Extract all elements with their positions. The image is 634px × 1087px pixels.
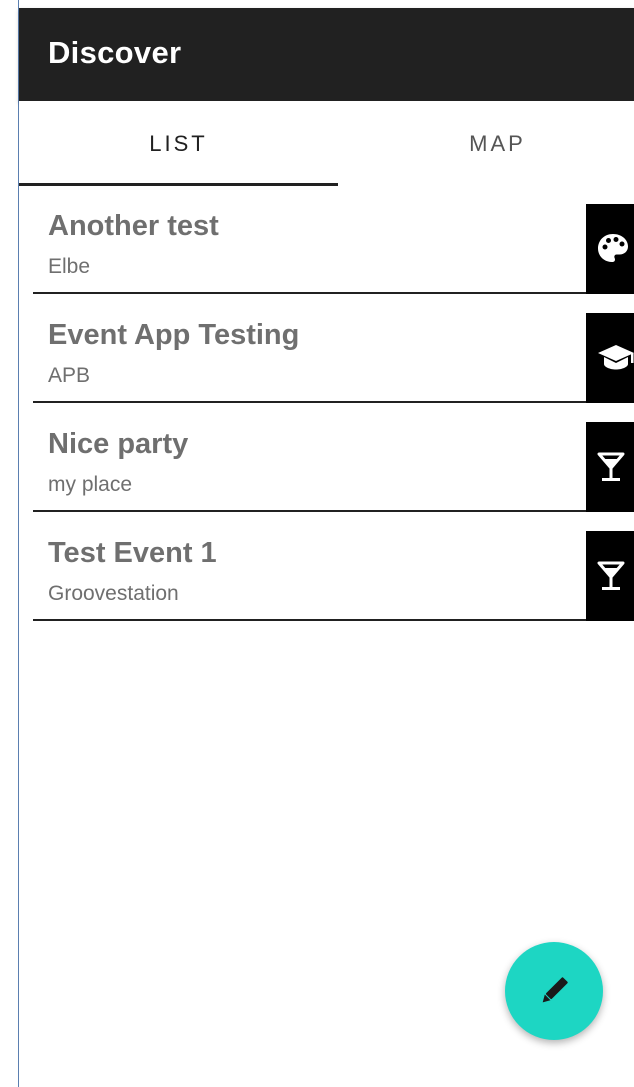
- event-title: Test Event 1: [48, 537, 217, 569]
- event-location: Elbe: [48, 255, 91, 278]
- event-location: APB: [48, 364, 91, 387]
- discover-screen: Discover LIST MAP Another test Elbe Even…: [0, 0, 634, 1087]
- cocktail-glass-icon: [597, 452, 625, 481]
- event-location: Groovestation: [48, 582, 179, 605]
- event-list: Another test Elbe Event App Testing APB: [33, 204, 634, 640]
- event-title: Event App Testing: [48, 319, 300, 351]
- category-badge: [586, 422, 634, 512]
- event-title: Another test: [48, 210, 219, 242]
- event-title: Nice party: [48, 428, 189, 460]
- tab-bar: LIST MAP: [19, 101, 634, 186]
- category-badge: [586, 204, 634, 294]
- palette-icon: [598, 234, 628, 262]
- tab-map[interactable]: MAP: [338, 101, 634, 186]
- tab-selected-indicator: [19, 183, 338, 186]
- divider: [33, 619, 586, 621]
- event-location: my place: [48, 473, 133, 496]
- event-list-item[interactable]: Test Event 1 Groovestation: [33, 531, 634, 640]
- event-list-item[interactable]: Nice party my place: [33, 422, 634, 531]
- event-list-item[interactable]: Event App Testing APB: [33, 313, 634, 422]
- divider: [33, 292, 586, 294]
- create-event-button[interactable]: [505, 942, 603, 1040]
- category-badge: [586, 313, 634, 403]
- app-bar: Discover: [19, 8, 634, 101]
- divider: [33, 401, 586, 403]
- pencil-icon: [542, 977, 568, 1003]
- category-badge: [586, 531, 634, 621]
- page-title: Discover: [48, 35, 182, 70]
- tab-list[interactable]: LIST: [19, 101, 338, 186]
- event-list-item[interactable]: Another test Elbe: [33, 204, 634, 313]
- cocktail-glass-icon: [597, 561, 625, 590]
- divider: [33, 510, 586, 512]
- graduation-cap-icon: [598, 345, 634, 370]
